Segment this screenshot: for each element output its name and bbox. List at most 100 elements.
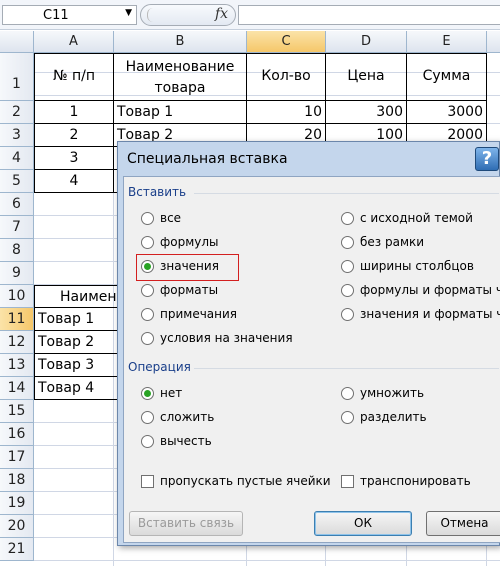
paste-option-values[interactable]: значения (141, 257, 219, 275)
transpose-checkbox[interactable]: транспонировать (341, 472, 471, 490)
row-header-10[interactable]: 10 (0, 285, 34, 308)
name-box-dropdown-icon[interactable]: ▼ (125, 8, 132, 18)
name-box[interactable]: C11 ▼ (2, 5, 137, 25)
radio-button[interactable] (141, 307, 154, 321)
table2-cell[interactable]: Товар 4 (34, 377, 118, 400)
column-header-e[interactable]: E (407, 31, 487, 53)
row-header-11[interactable]: 11 (0, 308, 34, 331)
radio-button[interactable] (141, 211, 154, 225)
formula-input[interactable] (238, 5, 500, 25)
checkbox[interactable] (141, 474, 154, 488)
paste-option-formulas[interactable]: формулы (141, 233, 219, 251)
row-header-12[interactable]: 12 (0, 331, 34, 354)
row-header-8[interactable]: 8 (0, 239, 34, 262)
column-header-b[interactable]: B (114, 31, 247, 53)
row-header-1[interactable]: 1 (0, 53, 34, 101)
table-cell[interactable]: Товар 1 (114, 101, 247, 124)
operation-option-none[interactable]: нет (141, 384, 182, 402)
row-header-20[interactable]: 20 (0, 515, 34, 538)
paste-option-label: формулы и форматы чи (360, 283, 500, 297)
table-cell[interactable]: 3000 (407, 101, 487, 124)
paste-option-formats[interactable]: форматы (141, 281, 218, 299)
paste-option-validation[interactable]: условия на значения (141, 329, 293, 347)
paste-option-no-borders[interactable]: без рамки (341, 233, 424, 251)
row-header-5[interactable]: 5 (0, 170, 34, 193)
radio-button[interactable] (341, 235, 354, 249)
table-cell[interactable]: 10 (247, 101, 326, 124)
table2-header[interactable]: Наимен (34, 285, 118, 308)
paste-option-comments[interactable]: примечания (141, 305, 237, 323)
paste-option-all[interactable]: все (141, 209, 181, 227)
column-header-a[interactable]: A (34, 31, 114, 53)
radio-button-selected[interactable] (141, 259, 154, 273)
operation-option-multiply[interactable]: умножить (341, 384, 424, 402)
paste-special-dialog: Специальная вставка ? Вставить все форму… (117, 141, 500, 546)
radio-button[interactable] (341, 307, 354, 321)
operation-option-label: разделить (360, 410, 427, 424)
table-header-qty[interactable]: Кол-во (247, 53, 326, 101)
row-header-17[interactable]: 17 (0, 446, 34, 469)
operation-option-divide[interactable]: разделить (341, 408, 427, 426)
radio-button[interactable] (141, 283, 154, 297)
paste-link-button[interactable]: Вставить связь (129, 511, 243, 536)
row-header-4[interactable]: 4 (0, 147, 34, 170)
row-header-3[interactable]: 3 (0, 124, 34, 147)
radio-button[interactable] (341, 259, 354, 273)
radio-button[interactable] (141, 331, 154, 345)
paste-option-source-theme[interactable]: с исходной темой (341, 209, 473, 227)
radio-button[interactable] (341, 211, 354, 225)
cancel-button[interactable]: Отмена (426, 511, 500, 536)
operation-option-label: умножить (360, 386, 425, 400)
row-header-18[interactable]: 18 (0, 469, 34, 492)
ok-button[interactable]: ОК (314, 511, 412, 536)
table-cell[interactable]: 1 (34, 101, 114, 124)
paste-option-formulas-formats[interactable]: формулы и форматы чи (341, 281, 500, 299)
row-header-7[interactable]: 7 (0, 216, 34, 239)
table-header-price[interactable]: Цена (326, 53, 407, 101)
row-header-19[interactable]: 19 (0, 492, 34, 515)
paste-option-label: все (160, 211, 182, 225)
row-header-16[interactable]: 16 (0, 423, 34, 446)
table-header-name[interactable]: Наименование товара (114, 53, 247, 101)
table-header-no[interactable]: № п/п (34, 53, 114, 101)
row-header-9[interactable]: 9 (0, 262, 34, 285)
table-header-sum[interactable]: Сумма (407, 53, 487, 101)
help-icon[interactable]: ? (475, 147, 499, 171)
table-cell[interactable]: 4 (34, 170, 114, 193)
table-cell[interactable]: 300 (326, 101, 407, 124)
table2-cell[interactable]: Товар 1 (34, 308, 118, 331)
row-header-13[interactable]: 13 (0, 354, 34, 377)
radio-button[interactable] (341, 283, 354, 297)
operation-option-add[interactable]: сложить (141, 408, 214, 426)
paste-option-values-formats[interactable]: значения и форматы чи (341, 305, 500, 323)
radio-button[interactable] (341, 410, 354, 424)
row-header-2[interactable]: 2 (0, 101, 34, 124)
row-header-15[interactable]: 15 (0, 400, 34, 423)
insert-function-icon[interactable]: fx (215, 6, 228, 22)
table-cell[interactable]: 3 (34, 147, 114, 170)
radio-button-selected[interactable] (141, 386, 154, 400)
radio-button[interactable] (141, 410, 154, 424)
operation-group-label: Операция (128, 360, 191, 374)
column-header-c[interactable]: C (247, 31, 326, 53)
resize-grip-icon[interactable] (147, 8, 159, 22)
radio-button[interactable] (141, 235, 154, 249)
table-cell[interactable]: 2 (34, 124, 114, 147)
paste-group-label: Вставить (128, 185, 187, 199)
paste-option-column-widths[interactable]: ширины столбцов (341, 257, 474, 275)
paste-option-label: форматы (160, 283, 219, 297)
table2-cell[interactable]: Товар 3 (34, 354, 118, 377)
checkbox[interactable] (341, 474, 354, 488)
column-header-f[interactable] (487, 31, 500, 53)
column-header-d[interactable]: D (326, 31, 407, 53)
row-header-6[interactable]: 6 (0, 193, 34, 216)
skip-blanks-checkbox[interactable]: пропускать пустые ячейки (141, 472, 331, 490)
row-header-21[interactable]: 21 (0, 538, 34, 561)
radio-button[interactable] (141, 434, 154, 448)
radio-button[interactable] (341, 386, 354, 400)
row-header-14[interactable]: 14 (0, 377, 34, 400)
paste-option-label: значения и форматы чи (360, 307, 500, 321)
table2-cell[interactable]: Товар 2 (34, 331, 118, 354)
operation-option-subtract[interactable]: вычесть (141, 432, 212, 450)
select-all-corner[interactable] (0, 31, 34, 53)
